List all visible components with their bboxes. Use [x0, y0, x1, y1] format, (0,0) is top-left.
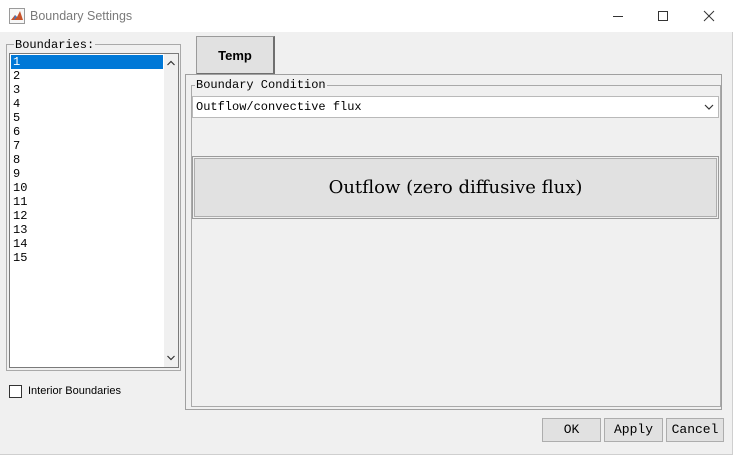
list-item[interactable]: 10 [11, 181, 163, 195]
condition-description-button[interactable]: Outflow (zero diffusive flux) [194, 158, 717, 217]
list-item[interactable]: 5 [11, 111, 163, 125]
cancel-button[interactable]: Cancel [666, 418, 724, 442]
title-bar: Boundary Settings [0, 0, 733, 32]
apply-button[interactable]: Apply [604, 418, 663, 442]
list-item[interactable]: 3 [11, 83, 163, 97]
boundary-condition-legend: Boundary Condition [195, 78, 327, 92]
scroll-up-icon[interactable] [166, 58, 176, 68]
interior-boundaries-checkbox[interactable] [9, 385, 22, 398]
tab-temp[interactable]: Temp [196, 36, 275, 75]
chevron-down-icon [704, 104, 714, 110]
boundary-condition-group [191, 85, 721, 407]
maximize-button[interactable] [640, 0, 686, 32]
scroll-down-icon[interactable] [166, 353, 176, 363]
list-item[interactable]: 4 [11, 97, 163, 111]
minimize-button[interactable] [595, 0, 641, 32]
boundaries-legend: Boundaries: [14, 38, 96, 52]
minimize-icon [613, 16, 623, 17]
close-icon [703, 10, 715, 22]
close-button[interactable] [686, 0, 732, 32]
maximize-icon [658, 11, 668, 21]
dropdown-value: Outflow/convective flux [196, 100, 362, 114]
list-item[interactable]: 2 [11, 69, 163, 83]
list-item[interactable]: 7 [11, 139, 163, 153]
list-item[interactable]: 8 [11, 153, 163, 167]
list-item[interactable]: 1 [11, 55, 163, 69]
boundary-condition-dropdown[interactable]: Outflow/convective flux [192, 96, 719, 118]
list-item[interactable]: 15 [11, 251, 163, 265]
matlab-icon [9, 8, 25, 24]
list-item[interactable]: 13 [11, 223, 163, 237]
list-item[interactable]: 14 [11, 237, 163, 251]
list-item[interactable]: 9 [11, 167, 163, 181]
list-item[interactable]: 11 [11, 195, 163, 209]
list-item[interactable]: 6 [11, 125, 163, 139]
window-title: Boundary Settings [30, 9, 133, 23]
list-scrollbar[interactable] [164, 54, 178, 367]
interior-boundaries-label: Interior Boundaries [28, 385, 121, 397]
list-item[interactable]: 12 [11, 209, 163, 223]
ok-button[interactable]: OK [542, 418, 601, 442]
boundaries-list[interactable]: 1 2 3 4 5 6 7 8 9 10 11 12 13 14 15 [9, 53, 179, 368]
